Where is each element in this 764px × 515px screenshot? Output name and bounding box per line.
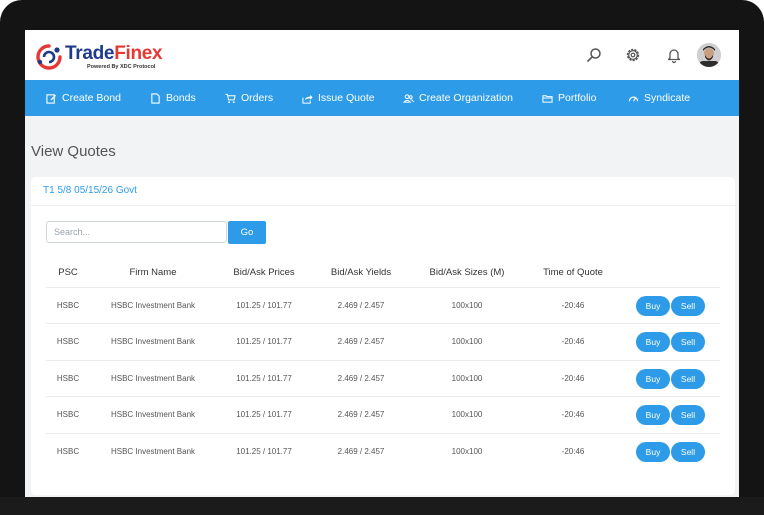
table-row: HSBC HSBC Investment Bank 101.25 / 101.7… — [46, 396, 720, 433]
cell-psc: HSBC — [56, 301, 80, 310]
avatar-image — [697, 43, 721, 67]
cell-yields: 2.469 / 2.457 — [337, 447, 385, 456]
cell-yields: 2.469 / 2.457 — [337, 410, 385, 419]
go-button[interactable]: Go — [228, 221, 266, 244]
brand-name: TradeFinex — [65, 43, 163, 64]
folder-icon — [542, 94, 553, 103]
buy-button[interactable]: Buy — [636, 369, 670, 389]
cell-sizes: 100x100 — [451, 337, 483, 346]
cell-yields: 2.469 / 2.457 — [337, 301, 385, 310]
app-screen: TradeFinex Powered By XDC Protocol Creat… — [25, 30, 739, 497]
bond-title: T1 5/8 05/15/26 Govt — [43, 185, 137, 196]
cell-firm: HSBC Investment Bank — [110, 447, 196, 456]
cell-prices: 101.25 / 101.77 — [236, 447, 292, 456]
laptop-frame: TradeFinex Powered By XDC Protocol Creat… — [0, 0, 764, 515]
sell-button[interactable]: Sell — [671, 296, 705, 316]
cell-sizes: 100x100 — [451, 374, 483, 383]
cell-psc: HSBC — [56, 337, 80, 346]
cell-sizes: 100x100 — [451, 301, 483, 310]
cell-psc: HSBC — [56, 374, 80, 383]
table-row: HSBC HSBC Investment Bank 101.25 / 101.7… — [46, 323, 720, 360]
col-header-psc: PSC — [58, 267, 78, 278]
tradefinex-logo-icon — [36, 44, 62, 70]
nav-create-organization[interactable]: Create Organization — [403, 80, 513, 116]
nav-issue-quote-label: Issue Quote — [318, 92, 375, 104]
cell-prices: 101.25 / 101.77 — [236, 301, 292, 310]
nav-bonds[interactable]: Bonds — [150, 80, 196, 116]
nav-create-bond-label: Create Bond — [62, 92, 121, 104]
cart-icon — [225, 93, 236, 103]
cell-time: -20:46 — [561, 447, 585, 456]
nav-orders-label: Orders — [241, 92, 274, 104]
edit-icon — [46, 93, 57, 104]
search-input[interactable] — [46, 221, 227, 243]
nav-issue-quote[interactable]: Issue Quote — [302, 80, 375, 116]
brand-tagline: Powered By XDC Protocol — [87, 64, 156, 70]
table-row: HSBC HSBC Investment Bank 101.25 / 101.7… — [46, 433, 720, 470]
table-row: HSBC HSBC Investment Bank 101.25 / 101.7… — [46, 287, 720, 324]
users-icon — [403, 93, 414, 103]
document-icon — [151, 92, 160, 104]
col-header-time: Time of Quote — [543, 267, 603, 278]
cell-prices: 101.25 / 101.77 — [236, 410, 292, 419]
col-header-yields: Bid/Ask Yields — [330, 267, 392, 278]
nav-portfolio[interactable]: Portfolio — [542, 80, 597, 116]
bell-icon[interactable] — [665, 46, 683, 64]
cell-prices: 101.25 / 101.77 — [236, 337, 292, 346]
share-icon — [302, 94, 313, 104]
nav-orders[interactable]: Orders — [225, 80, 273, 116]
top-header: TradeFinex Powered By XDC Protocol — [25, 30, 739, 80]
nav-create-bond[interactable]: Create Bond — [46, 80, 121, 116]
buy-button[interactable]: Buy — [636, 405, 670, 425]
cell-firm: HSBC Investment Bank — [110, 301, 196, 310]
nav-syndicate[interactable]: Syndicate — [628, 80, 690, 116]
sell-button[interactable]: Sell — [671, 405, 705, 425]
col-header-firm-name: Firm Name — [129, 267, 177, 278]
cell-sizes: 100x100 — [451, 447, 483, 456]
col-header-sizes: Bid/Ask Sizes (M) — [429, 267, 505, 278]
quotes-card: T1 5/8 05/15/26 Govt Go PSC Firm Name Bi… — [31, 177, 735, 495]
cell-prices: 101.25 / 101.77 — [236, 374, 292, 383]
cell-time: -20:46 — [561, 374, 585, 383]
cell-psc: HSBC — [56, 447, 80, 456]
buy-button[interactable]: Buy — [636, 296, 670, 316]
cell-firm: HSBC Investment Bank — [110, 374, 196, 383]
cell-yields: 2.469 / 2.457 — [337, 337, 385, 346]
table-row: HSBC HSBC Investment Bank 101.25 / 101.7… — [46, 360, 720, 397]
card-header: T1 5/8 05/15/26 Govt — [31, 177, 735, 206]
laptop-bezel-bottom — [0, 497, 764, 515]
search-icon[interactable] — [585, 46, 603, 64]
cell-time: -20:46 — [561, 337, 585, 346]
nav-syndicate-label: Syndicate — [644, 92, 691, 104]
nav-bonds-label: Bonds — [166, 92, 196, 104]
cell-time: -20:46 — [561, 410, 585, 419]
col-header-prices: Bid/Ask Prices — [233, 267, 295, 278]
buy-button[interactable]: Buy — [636, 332, 670, 352]
cell-firm: HSBC Investment Bank — [110, 337, 196, 346]
cell-time: -20:46 — [561, 301, 585, 310]
main-nav: Create Bond Bonds Orders Issue Quote Cre… — [25, 80, 739, 116]
sell-button[interactable]: Sell — [671, 332, 705, 352]
sell-button[interactable]: Sell — [671, 369, 705, 389]
cell-yields: 2.469 / 2.457 — [337, 374, 385, 383]
gauge-icon — [628, 96, 639, 102]
sell-button[interactable]: Sell — [671, 442, 705, 462]
cell-firm: HSBC Investment Bank — [110, 410, 196, 419]
nav-create-organization-label: Create Organization — [419, 92, 513, 104]
gear-icon[interactable] — [624, 46, 642, 64]
cell-sizes: 100x100 — [451, 410, 483, 419]
buy-button[interactable]: Buy — [636, 442, 670, 462]
cell-psc: HSBC — [56, 410, 80, 419]
user-avatar[interactable] — [697, 43, 721, 67]
page-title: View Quotes — [31, 143, 116, 160]
nav-portfolio-label: Portfolio — [558, 92, 597, 104]
